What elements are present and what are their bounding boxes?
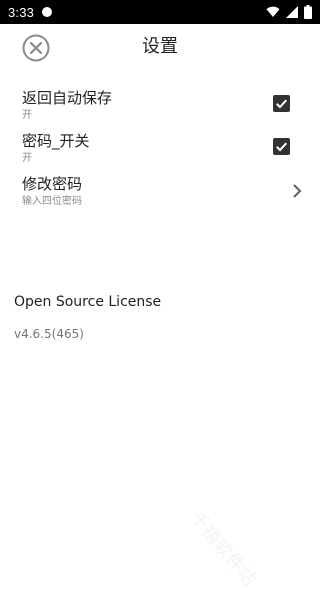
setting-change-password-title: 修改密码 [22,175,83,193]
setting-auto-save-title: 返回自动保存 [22,89,113,107]
setting-password-switch-title: 密码_开关 [22,132,90,150]
status-icons [266,5,312,19]
app-version: v4.6.5(465) [14,327,84,341]
watermark: 千禧软件站 [185,507,260,591]
cellular-signal-icon [286,6,298,18]
setting-change-password[interactable]: 修改密码 输入四位密码 [0,174,320,214]
chevron-right-icon [293,184,302,198]
wifi-icon [266,6,280,17]
status-time: 3:33 [8,4,35,20]
toolbar: 设置 [0,24,320,70]
setting-password-switch[interactable]: 密码_开关 开 [0,131,320,171]
setting-auto-save-summary: 开 [22,110,32,121]
setting-change-password-summary: 输入四位密码 [22,196,82,207]
open-source-license-link[interactable]: Open Source License [14,292,161,312]
password-switch-checkbox[interactable] [273,138,290,155]
setting-password-switch-summary: 开 [22,153,32,164]
page-title: 设置 [142,36,178,57]
notification-dot-icon [42,7,53,17]
battery-icon [304,5,312,19]
auto-save-checkbox[interactable] [273,95,290,112]
status-bar: 3:33 [0,0,320,24]
setting-auto-save[interactable]: 返回自动保存 开 [0,88,320,128]
